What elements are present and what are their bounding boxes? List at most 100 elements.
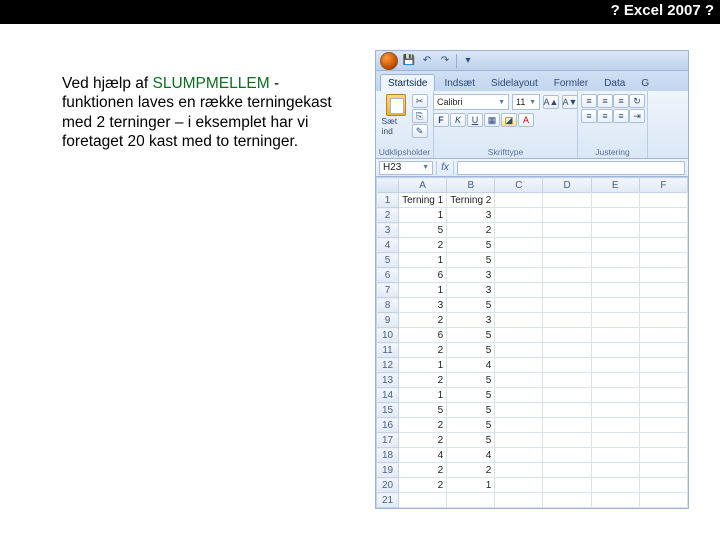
align-left-icon[interactable]: ≡: [581, 109, 597, 123]
cell-A9[interactable]: 2: [399, 313, 447, 328]
row-header[interactable]: 3: [377, 223, 399, 238]
cell-C18[interactable]: [495, 448, 543, 463]
cell-B16[interactable]: 5: [447, 418, 495, 433]
cell-D21[interactable]: [543, 493, 591, 508]
row-header[interactable]: 16: [377, 418, 399, 433]
customize-qat-icon[interactable]: ▾: [461, 54, 475, 68]
cell-A19[interactable]: 2: [399, 463, 447, 478]
cell-E5[interactable]: [591, 253, 639, 268]
align-bottom-icon[interactable]: ≡: [613, 94, 629, 108]
redo-icon[interactable]: ↷: [438, 54, 452, 68]
cell-B18[interactable]: 4: [447, 448, 495, 463]
cell-B3[interactable]: 2: [447, 223, 495, 238]
cell-F2[interactable]: [639, 208, 687, 223]
cell-F14[interactable]: [639, 388, 687, 403]
tab-indsaet[interactable]: Indsæt: [437, 75, 482, 91]
cell-F9[interactable]: [639, 313, 687, 328]
cell-D3[interactable]: [543, 223, 591, 238]
underline-button[interactable]: U: [467, 113, 483, 127]
tab-data[interactable]: Data: [597, 75, 632, 91]
cell-C15[interactable]: [495, 403, 543, 418]
cell-F19[interactable]: [639, 463, 687, 478]
cell-E21[interactable]: [591, 493, 639, 508]
font-name-selector[interactable]: Calibri▼: [433, 94, 509, 110]
row-header[interactable]: 19: [377, 463, 399, 478]
cell-F3[interactable]: [639, 223, 687, 238]
undo-icon[interactable]: ↶: [420, 54, 434, 68]
row-header[interactable]: 21: [377, 493, 399, 508]
font-size-selector[interactable]: 11▼: [512, 94, 540, 110]
cell-E2[interactable]: [591, 208, 639, 223]
cut-icon[interactable]: ✂: [412, 94, 428, 108]
cell-B14[interactable]: 5: [447, 388, 495, 403]
cell-A12[interactable]: 1: [399, 358, 447, 373]
tab-more[interactable]: G: [634, 75, 656, 91]
cell-A3[interactable]: 5: [399, 223, 447, 238]
cell-A16[interactable]: 2: [399, 418, 447, 433]
cell-C1[interactable]: [495, 193, 543, 208]
cell-B2[interactable]: 3: [447, 208, 495, 223]
cell-C12[interactable]: [495, 358, 543, 373]
cell-A14[interactable]: 1: [399, 388, 447, 403]
row-header[interactable]: 7: [377, 283, 399, 298]
cell-E12[interactable]: [591, 358, 639, 373]
cell-F1[interactable]: [639, 193, 687, 208]
cell-E6[interactable]: [591, 268, 639, 283]
row-header[interactable]: 14: [377, 388, 399, 403]
row-header[interactable]: 1: [377, 193, 399, 208]
cell-C8[interactable]: [495, 298, 543, 313]
cell-B20[interactable]: 1: [447, 478, 495, 493]
cell-D2[interactable]: [543, 208, 591, 223]
align-right-icon[interactable]: ≡: [613, 109, 629, 123]
cell-B21[interactable]: [447, 493, 495, 508]
cell-F8[interactable]: [639, 298, 687, 313]
cell-D6[interactable]: [543, 268, 591, 283]
tab-sidelayout[interactable]: Sidelayout: [484, 75, 545, 91]
italic-button[interactable]: K: [450, 113, 466, 127]
cell-B6[interactable]: 3: [447, 268, 495, 283]
cell-A2[interactable]: 1: [399, 208, 447, 223]
save-icon[interactable]: 💾: [402, 54, 416, 68]
row-header[interactable]: 8: [377, 298, 399, 313]
cell-E4[interactable]: [591, 238, 639, 253]
cell-F15[interactable]: [639, 403, 687, 418]
cell-D1[interactable]: [543, 193, 591, 208]
cell-D8[interactable]: [543, 298, 591, 313]
row-header[interactable]: 2: [377, 208, 399, 223]
tab-startside[interactable]: Startside: [380, 74, 435, 91]
cell-D16[interactable]: [543, 418, 591, 433]
font-color-button[interactable]: A: [518, 113, 534, 127]
row-header[interactable]: 13: [377, 373, 399, 388]
bold-button[interactable]: F: [433, 113, 449, 127]
cell-C13[interactable]: [495, 373, 543, 388]
cell-C10[interactable]: [495, 328, 543, 343]
format-painter-icon[interactable]: ✎: [412, 124, 428, 138]
cell-A6[interactable]: 6: [399, 268, 447, 283]
cell-B7[interactable]: 3: [447, 283, 495, 298]
row-header[interactable]: 6: [377, 268, 399, 283]
select-all-corner[interactable]: [377, 178, 399, 193]
cell-F4[interactable]: [639, 238, 687, 253]
cell-E15[interactable]: [591, 403, 639, 418]
cell-D12[interactable]: [543, 358, 591, 373]
cell-E14[interactable]: [591, 388, 639, 403]
align-center-icon[interactable]: ≡: [597, 109, 613, 123]
cell-A5[interactable]: 1: [399, 253, 447, 268]
cell-F16[interactable]: [639, 418, 687, 433]
cell-D19[interactable]: [543, 463, 591, 478]
cell-C14[interactable]: [495, 388, 543, 403]
cell-A13[interactable]: 2: [399, 373, 447, 388]
cell-D5[interactable]: [543, 253, 591, 268]
cell-E18[interactable]: [591, 448, 639, 463]
tab-formler[interactable]: Formler: [547, 75, 595, 91]
cell-C6[interactable]: [495, 268, 543, 283]
border-button[interactable]: ▦: [484, 113, 500, 127]
cell-F17[interactable]: [639, 433, 687, 448]
cell-F18[interactable]: [639, 448, 687, 463]
cell-E3[interactable]: [591, 223, 639, 238]
cell-A17[interactable]: 2: [399, 433, 447, 448]
cell-B4[interactable]: 5: [447, 238, 495, 253]
cell-E17[interactable]: [591, 433, 639, 448]
grow-font-icon[interactable]: A▲: [543, 95, 559, 109]
cell-B15[interactable]: 5: [447, 403, 495, 418]
